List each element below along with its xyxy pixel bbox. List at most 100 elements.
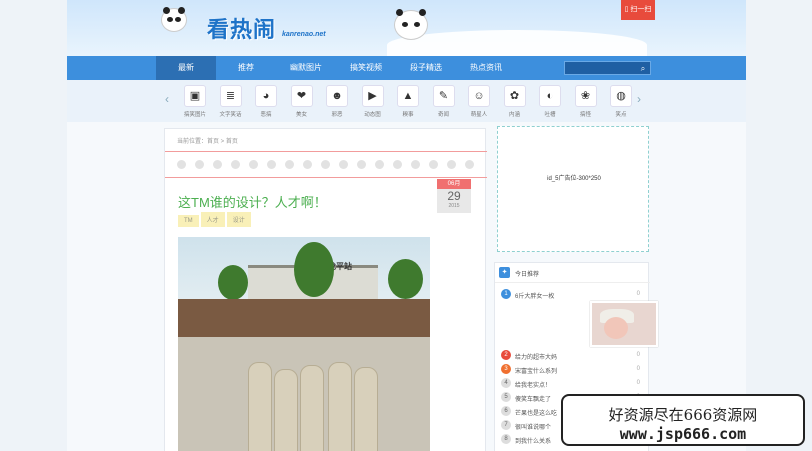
category-label: 糗事 — [402, 112, 414, 118]
panda-icon: ◕ — [255, 85, 277, 107]
rank-number: 1 — [501, 289, 511, 299]
melon-icon: ◐ — [539, 85, 561, 107]
category-item-9[interactable]: ✿ 内涵 — [501, 85, 529, 118]
breadcrumb[interactable]: 当前位置：首页 > 首页 — [177, 136, 238, 145]
category-label: 笑点 — [615, 112, 627, 118]
post-title[interactable]: 这TM谁的设计？人才啊！ — [178, 192, 327, 211]
color-wheel-icon: ◍ — [610, 85, 632, 107]
category-label: 奇闻 — [437, 112, 449, 118]
rank-title[interactable]: 给我老实点！ — [515, 380, 551, 389]
rank-thumbnail[interactable] — [590, 301, 658, 347]
category-item-6[interactable]: ▲ 糗事 — [394, 85, 422, 118]
ring-decoration — [231, 160, 240, 169]
today-recommend-title: 今日推荐 — [515, 272, 540, 278]
site-logo[interactable]: 看热闹 — [207, 12, 276, 44]
watermark: 好资源尽在666资源网 www.jsp666.com — [561, 394, 805, 446]
ring-decoration — [195, 160, 204, 169]
post-tag[interactable]: 人才 — [200, 212, 225, 227]
search-box[interactable]: ⌕ — [564, 61, 651, 75]
post-photo[interactable]: 龙平站 — [178, 237, 430, 451]
category-item-0[interactable]: ▣ 搞笑图片 — [181, 85, 209, 118]
pig-icon: ❀ — [574, 85, 597, 107]
category-item-12[interactable]: ◍ 笑点 — [607, 85, 635, 118]
watermark-line1: 好资源尽在666资源网 — [608, 406, 758, 424]
rank-title[interactable]: 宋富宝什么系列 — [515, 366, 557, 375]
rank-number: 2 — [501, 350, 511, 360]
ring-decoration — [321, 160, 330, 169]
ad-slot-label: id_5广告位-300*250 — [547, 176, 601, 182]
nav-item-3[interactable]: 搞笑视频 — [336, 56, 396, 80]
cat-icon: ☺ — [468, 85, 490, 107]
rank-item[interactable]: 4 给我老实点！ 0 — [501, 378, 646, 390]
rank-item[interactable]: 3 宋富宝什么系列 0 — [501, 364, 646, 376]
ring-decoration — [411, 160, 420, 169]
category-item-5[interactable]: ▶ 动态图 — [359, 85, 387, 118]
category-item-1[interactable]: ≣ 文字笑话 — [217, 85, 245, 118]
post-tag[interactable]: 设计 — [226, 212, 251, 227]
category-label: 美女 — [295, 112, 307, 118]
scan-label: 扫一扫 — [630, 6, 652, 13]
category-label: 萌星人 — [470, 112, 488, 118]
rank-title[interactable]: 给力的超市大妈 — [515, 352, 557, 361]
ring-decoration — [339, 160, 348, 169]
rank-count: 0 — [636, 291, 640, 297]
header-cloud-decoration — [387, 30, 647, 56]
ring-decoration — [465, 160, 474, 169]
chevron-right-icon[interactable]: › — [637, 92, 641, 106]
category-label: 搞怪 — [579, 112, 591, 118]
panda-mascot-icon — [161, 7, 187, 32]
document-icon: ≣ — [219, 85, 242, 107]
ring-decoration — [213, 160, 222, 169]
nav-item-5[interactable]: 热点资讯 — [456, 56, 516, 80]
rank-number: 6 — [501, 406, 511, 416]
rank-title[interactable]: 6斤大胖女一枚 — [515, 291, 554, 300]
rank-count: 0 — [636, 366, 640, 372]
lips-icon: ❤ — [290, 85, 313, 107]
category-item-3[interactable]: ❤ 美女 — [288, 85, 316, 118]
ring-decoration — [429, 160, 438, 169]
chevron-left-icon[interactable]: ‹ — [165, 92, 169, 106]
rank-title[interactable]: 很叫谁说哪个 — [515, 422, 551, 431]
category-label: 内涵 — [508, 112, 520, 118]
nav-item-1[interactable]: 推荐 — [216, 56, 276, 80]
ring-decoration — [267, 160, 276, 169]
page: 看热闹 kanrenao.net ▯ 扫一扫 最新 推荐 幽默图片 搞笑视频 段子精选热… — [67, 0, 746, 451]
bookmark-icon: ✦ — [499, 267, 510, 278]
post-card: 当前位置：首页 > 首页 06月 29 2015 这TM谁的设计？人才啊！ TM… — [164, 128, 487, 451]
site-logo-subtitle: kanrenao.net — [282, 31, 326, 38]
scan-qr-button[interactable]: ▯ 扫一扫 — [621, 0, 655, 20]
nav-item-2[interactable]: 幽默图片 — [276, 56, 336, 80]
category-strip: ‹ ▣ 搞笑图片 ≣ 文字笑话 ◕ 恶搞 ❤ 美女 ☻ 邪恶 ▶ 动态图 ▲ 糗事 ✎ 奇闻 ☺ 萌星人 ✿ 内涵 ◐ 吐… — [67, 80, 746, 122]
category-item-4[interactable]: ☻ 邪恶 — [323, 85, 351, 118]
main-nav: 最新 推荐 幽默图片 搞笑视频 段子精选 热点资讯 ⌕ — [67, 56, 746, 80]
category-label: 恶搞 — [260, 112, 272, 118]
rank-title[interactable]: 芒果也是这么吃 — [515, 408, 557, 417]
header: 看热闹 kanrenao.net ▯ 扫一扫 — [67, 0, 746, 56]
rank-item[interactable]: 2 给力的超市大妈 0 — [501, 350, 646, 362]
category-item-2[interactable]: ◕ 恶搞 — [252, 85, 280, 118]
search-icon[interactable]: ⌕ — [637, 63, 649, 74]
panda-mascot-large-icon — [394, 9, 428, 40]
ring-decoration — [177, 160, 186, 169]
rank-number: 7 — [501, 420, 511, 430]
category-item-11[interactable]: ❀ 搞怪 — [572, 85, 600, 118]
ad-slot[interactable]: id_5广告位-300*250 — [497, 126, 649, 252]
category-item-10[interactable]: ◐ 吐槽 — [536, 85, 564, 118]
category-item-8[interactable]: ☺ 萌星人 — [465, 85, 493, 118]
post-tag[interactable]: TM — [178, 215, 199, 227]
nav-item-4[interactable]: 段子精选 — [396, 56, 456, 80]
category-label: 文字笑话 — [219, 112, 242, 118]
ring-decoration — [249, 160, 258, 169]
post-tags: TM 人才 设计 — [178, 212, 253, 227]
ring-decoration — [285, 160, 294, 169]
rank-number: 8 — [501, 434, 511, 444]
phone-icon: ▯ — [624, 6, 629, 13]
today-recommend-header: ✦ 今日推荐 — [495, 263, 650, 283]
rank-item[interactable]: 1 6斤大胖女一枚 0 — [501, 289, 646, 301]
ring-decoration — [375, 160, 384, 169]
category-item-7[interactable]: ✎ 奇闻 — [430, 85, 458, 118]
rank-count: 0 — [636, 380, 640, 386]
rank-title[interactable]: 到我什么关系 — [515, 436, 551, 445]
rank-title[interactable]: 傻笑车飘走了 — [515, 394, 551, 403]
nav-item-0[interactable]: 最新 — [156, 56, 216, 80]
